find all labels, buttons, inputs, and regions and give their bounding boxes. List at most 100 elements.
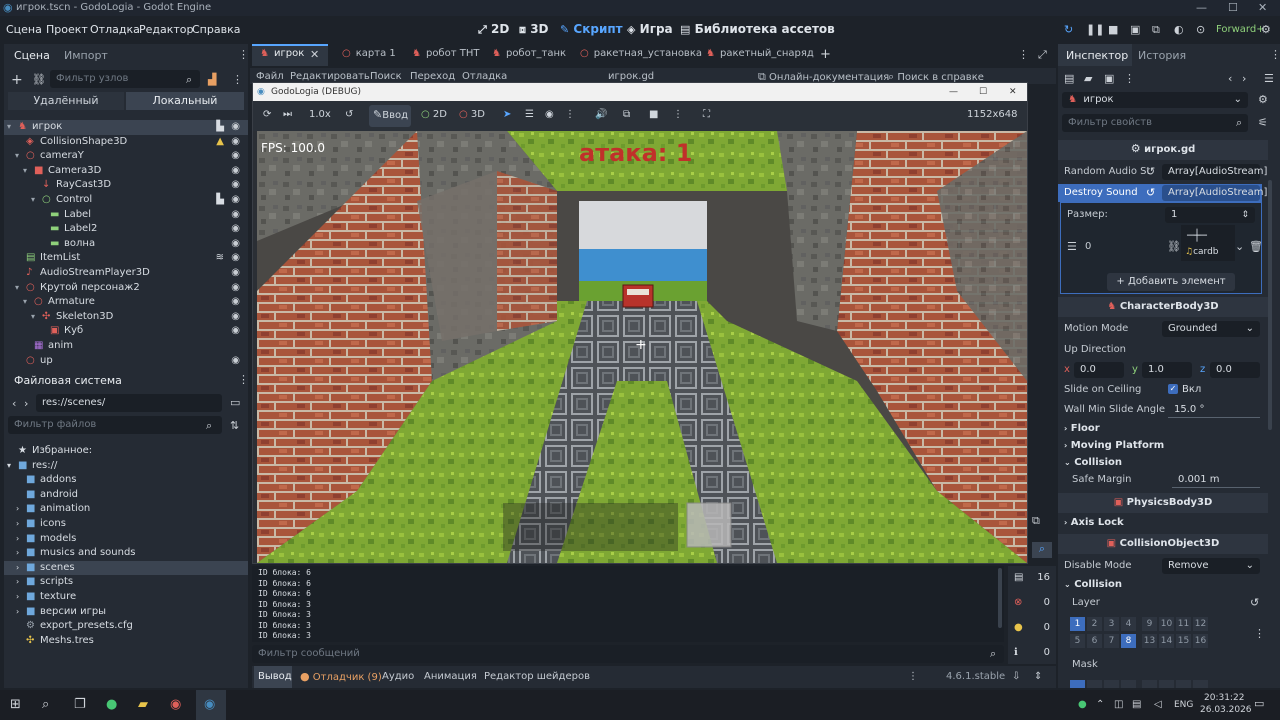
renderer-select[interactable]: Forward+ (1216, 24, 1265, 35)
minimize-button[interactable]: — (1196, 0, 1207, 16)
wall-min-slide-field[interactable]: 15.0 ° (1168, 402, 1260, 418)
play-scene-icon[interactable]: ▣ (1130, 24, 1140, 35)
file-item[interactable]: ✣ Meshs.tres (4, 634, 248, 649)
tab-output[interactable]: Вывод (258, 671, 292, 682)
camera-menu-icon[interactable]: ⋮ (673, 109, 683, 120)
tree-node[interactable]: ▤ ItemList ≋ ◉ (4, 251, 248, 266)
tree-node[interactable]: ▬ волна ◉ (4, 237, 248, 252)
visibility-eye-icon[interactable]: ◉ (231, 237, 240, 251)
layer-bit[interactable]: 16 (1193, 634, 1208, 648)
mode-3d-toggle[interactable]: ○ 3D (459, 109, 485, 120)
tree-node[interactable]: ▾ ○ Крутой персонаж2 ◉ (4, 281, 248, 296)
mode-3d-button[interactable]: ⧈ 3D (519, 22, 549, 36)
favorites-row[interactable]: ★ Избранное: (4, 444, 248, 459)
random-audio-value[interactable]: Array[AudioStream] (1162, 164, 1267, 180)
remote-debug-icon[interactable]: ↻ (1064, 24, 1073, 35)
tree-node[interactable]: ▾ ○ Control ▙ ◉ (4, 193, 248, 208)
mode-assetlib-button[interactable]: ▤ Библиотека ассетов (680, 22, 835, 36)
axis-lock-section[interactable]: › Axis Lock (1064, 517, 1124, 528)
tab-inspector[interactable]: Инспектор (1066, 49, 1128, 62)
script-menu-goto[interactable]: Переход (410, 71, 455, 82)
split-view-icon[interactable]: ▭ (230, 397, 240, 408)
file-filter-input[interactable]: Фильтр файлов (8, 416, 222, 434)
collapse-arrow-icon[interactable]: ▾ (23, 164, 27, 178)
file-item-selected[interactable]: › ■ scenes (4, 560, 248, 576)
speaker-icon[interactable]: ◁ (1154, 699, 1162, 710)
tree-node-root[interactable]: ▾ ♞ игрок ▙ ◉ (4, 120, 248, 135)
visibility-eye-icon[interactable]: ◉ (231, 324, 240, 338)
drag-handle-icon[interactable]: ☰ (1067, 241, 1077, 252)
visibility-eye-icon[interactable]: ◉ (231, 310, 240, 324)
menu-scene[interactable]: Сцена (6, 23, 42, 36)
scene-tab-player[interactable]: ♞ игрок (260, 48, 304, 59)
yandex-browser-icon[interactable]: ◉ (170, 697, 181, 712)
expand-arrow-icon[interactable]: › (16, 517, 19, 531)
tab-history[interactable]: История (1138, 49, 1186, 62)
tab-scene[interactable]: Сцена (14, 49, 50, 62)
destroy-sound-value[interactable]: Array[AudioStream] (1162, 185, 1267, 201)
characterbody-section[interactable]: ♞ CharacterBody3D (1058, 297, 1268, 317)
tree-node[interactable]: ▣ Куб ◉ (4, 324, 248, 339)
expand-arrow-icon[interactable]: › (16, 561, 19, 575)
layer-bit[interactable]: 14 (1159, 634, 1174, 648)
file-item[interactable]: › ■ animation (4, 502, 248, 517)
file-item[interactable]: ■ addons (4, 473, 248, 488)
script-menu-file[interactable]: Файл (256, 71, 284, 82)
visibility-eye-icon[interactable]: ◉ (231, 222, 240, 236)
tab-animation[interactable]: Анимация (424, 671, 477, 682)
play-custom-icon[interactable]: ⧉ (1152, 24, 1160, 35)
maximize-button[interactable]: ☐ (1228, 0, 1238, 16)
tab-shader-editor[interactable]: Редактор шейдеров (484, 671, 590, 682)
layer-bit[interactable]: 6 (1087, 634, 1102, 648)
tray-icon[interactable]: ● (1078, 699, 1087, 710)
visibility-eye-icon[interactable]: ◉ (231, 120, 240, 134)
eye-icon[interactable]: ◉ (545, 109, 554, 120)
add-node-icon[interactable]: + (11, 73, 23, 87)
tray-network-icon[interactable]: ◫ (1114, 699, 1123, 710)
collision-section[interactable]: ⌄ Collision (1064, 457, 1122, 468)
mask-bit[interactable] (1104, 680, 1119, 688)
scene-tab[interactable]: ♞ робот ТНТ (412, 48, 479, 59)
keyboard-language[interactable]: ENG (1174, 700, 1193, 710)
file-item[interactable]: › ■ scripts (4, 575, 248, 590)
windows-start-icon[interactable]: ⊞ (10, 697, 21, 712)
game-viewport[interactable]: FPS: 100.0 атака: 1 + (257, 131, 1027, 563)
movie-icon[interactable]: ◐ (1174, 24, 1184, 35)
errors-toggle[interactable]: ⊗ 0 (1014, 597, 1054, 608)
search-icon[interactable]: ⌕ (42, 697, 49, 712)
game-maximize-button[interactable]: ☐ (979, 83, 987, 101)
script-attach-icon[interactable]: ▟ (208, 74, 216, 85)
clock-time[interactable]: 20:31:22 (1204, 693, 1244, 703)
disable-mode-select[interactable]: Remove ⌄ (1162, 558, 1260, 574)
up-y-field[interactable]: 1.0 (1142, 362, 1192, 378)
visibility-eye-icon[interactable]: ◉ (231, 354, 240, 368)
tree-node[interactable]: ▦ anim (4, 339, 248, 354)
layer-bit[interactable]: 12 (1193, 617, 1208, 631)
mode-2d-button[interactable]: ⤢ 2D (478, 22, 509, 36)
script-icon[interactable]: ▙ (216, 193, 224, 207)
link-icon[interactable]: ⛓ (32, 74, 46, 85)
collapse-arrow-icon[interactable]: ▾ (31, 310, 35, 324)
tree-node[interactable]: ▾ ○ cameraY ◉ (4, 149, 248, 164)
collapse-arrow-icon[interactable]: ▾ (31, 193, 35, 207)
history-menu-icon[interactable]: ☰ (1264, 73, 1274, 84)
back-icon[interactable]: ‹ (12, 398, 16, 409)
list-select-icon[interactable]: ☰ (525, 109, 534, 120)
distraction-free-icon[interactable]: ⤢ (1038, 49, 1047, 60)
visibility-eye-icon[interactable]: ◉ (231, 251, 240, 265)
editor-messages-toggle[interactable]: ℹ0 (1014, 647, 1054, 658)
layer-bit[interactable]: 11 (1176, 617, 1191, 631)
root-folder-row[interactable]: ▾ ■ res:// (4, 459, 248, 474)
collision-section-2[interactable]: ⌄ Collision (1064, 579, 1122, 590)
up-z-field[interactable]: 0.0 (1210, 362, 1260, 378)
scene-tab[interactable]: ♞ робот_танк (492, 48, 566, 59)
menu-debug[interactable]: Отладка (90, 23, 140, 36)
new-resource-icon[interactable]: ▤ (1064, 73, 1074, 84)
dock-menu-icon[interactable]: ⋮ (238, 49, 249, 60)
file-item[interactable]: › ■ версии игры (4, 605, 248, 620)
suspend-icon[interactable]: ⟳ (263, 109, 271, 120)
tree-node[interactable]: ○ up ◉ (4, 354, 248, 369)
mask-bit[interactable] (1087, 680, 1102, 688)
slide-ceiling-checkbox[interactable]: ✓ (1168, 384, 1178, 394)
load-resource-icon[interactable]: ▰ (1084, 73, 1092, 84)
